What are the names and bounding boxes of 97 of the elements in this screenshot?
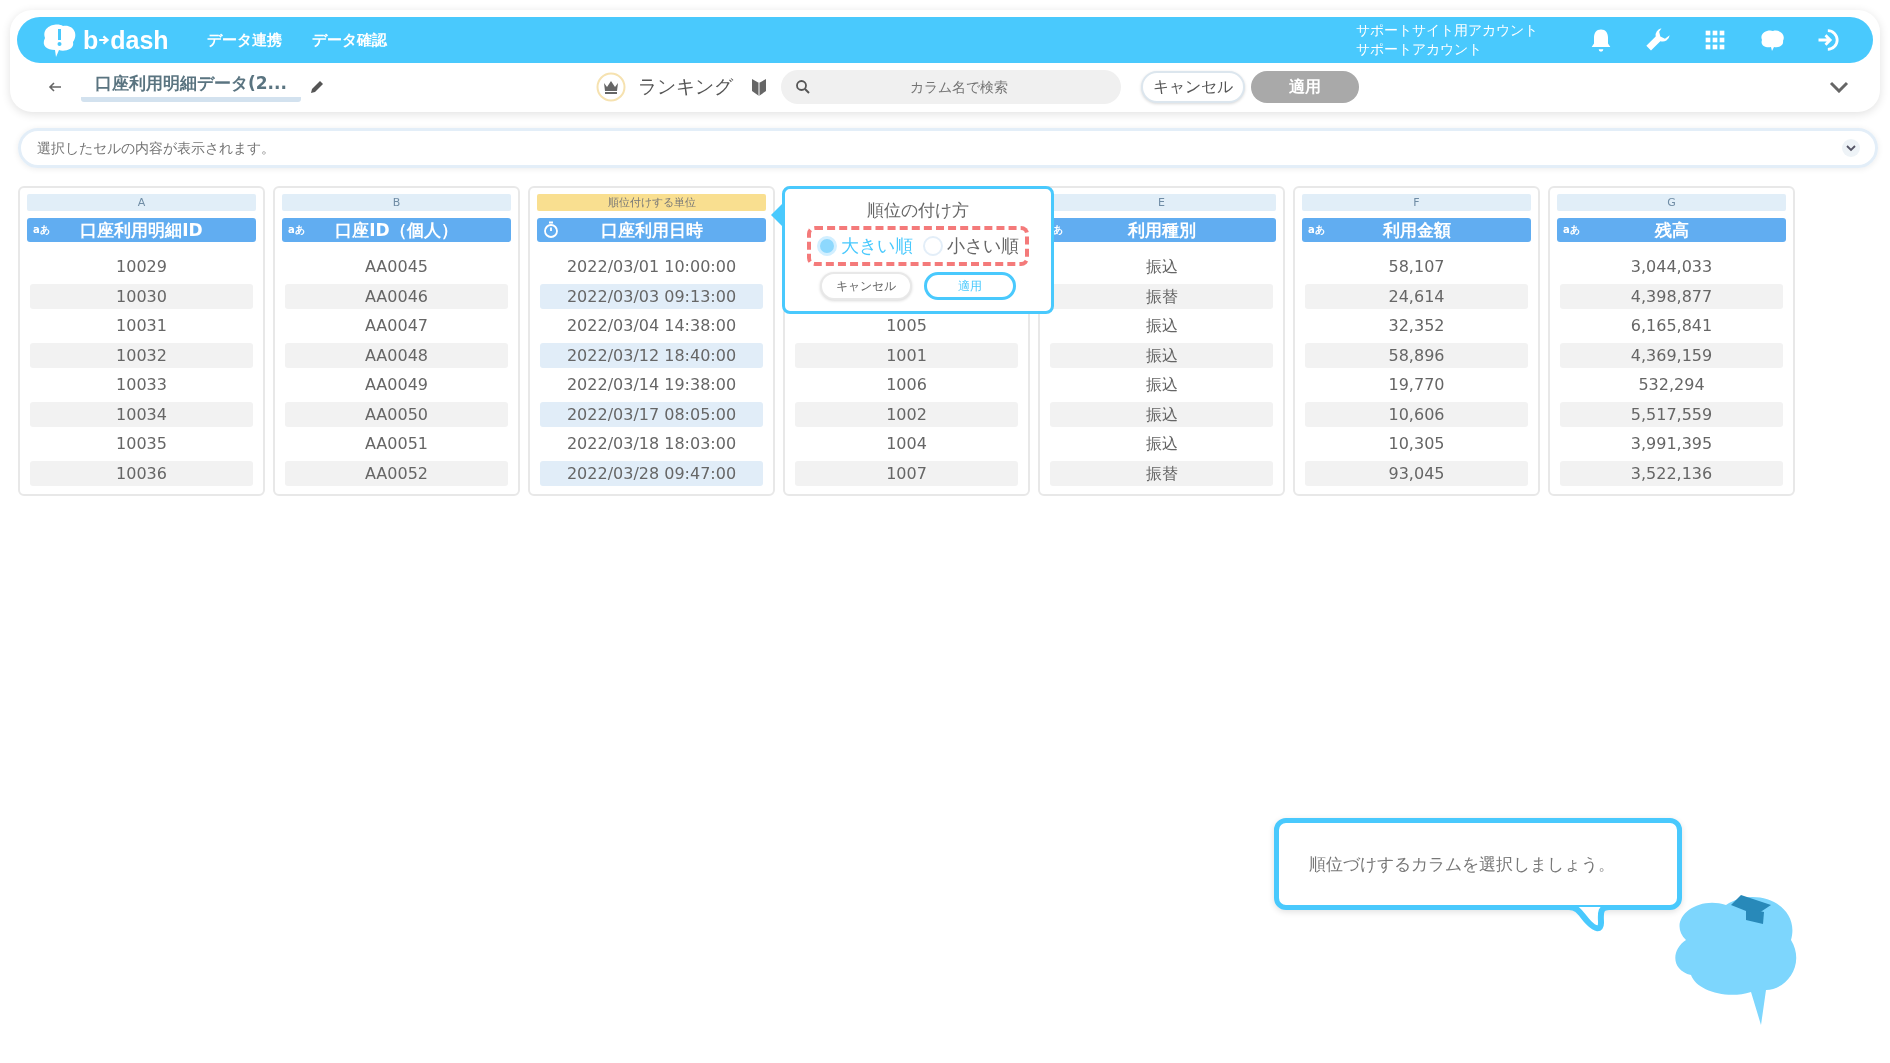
- table-cell[interactable]: AA0048: [285, 342, 508, 368]
- guide-message: 順位づけするカラムを選択しましょう。: [1309, 852, 1615, 876]
- text-type-label: aあ: [33, 223, 50, 237]
- text-type-label: aあ: [1563, 223, 1580, 237]
- column-title: 口座利用日時: [600, 218, 703, 242]
- table-cell[interactable]: 4,369,159: [1560, 342, 1783, 368]
- radio-button[interactable]: [817, 236, 837, 256]
- column-card[interactable]: E あ 利用種別 振込 振替 振込 振込 振込 振込 振込 振替: [1038, 186, 1285, 496]
- table-cell[interactable]: 32,352: [1305, 311, 1528, 341]
- table-cell[interactable]: 4,398,877: [1560, 283, 1783, 309]
- search-field[interactable]: カラム名で検索: [781, 70, 1121, 104]
- column-title: 口座ID（個人）: [335, 218, 458, 242]
- table-cell[interactable]: 532,294: [1560, 370, 1783, 400]
- column-card[interactable]: F aあ 利用金額 58,107 24,614 32,352 58,896 19,770 10,606 10,305 93,045: [1293, 186, 1540, 496]
- table-cell[interactable]: 3,044,033: [1560, 252, 1783, 282]
- table-cell[interactable]: 10031: [30, 311, 253, 341]
- column-card[interactable]: B aあ 口座ID（個人） AA0045 AA0046 AA0047 AA0048 AA0049 AA0050 AA0051 AA0052: [273, 186, 520, 496]
- table-cell[interactable]: 1002: [795, 401, 1018, 427]
- table-cell[interactable]: AA0046: [285, 283, 508, 309]
- column-card[interactable]: G aあ 残高 3,044,033 4,398,877 6,165,841 4,369,159 532,294 5,517,559 3,991,395 3,522,136: [1548, 186, 1795, 496]
- cancel-button[interactable]: キャンセル: [1141, 71, 1245, 103]
- table-cell[interactable]: 10032: [30, 342, 253, 368]
- table-cell[interactable]: 1006: [795, 370, 1018, 400]
- column-card[interactable]: A aあ 口座利用明細ID 10029 10030 10031 10032 10033 10034 10035 10036: [18, 186, 265, 496]
- table-cell[interactable]: AA0051: [285, 429, 508, 459]
- table-cell[interactable]: 2022/03/28 09:47:00: [540, 460, 763, 486]
- column-letter: B: [282, 194, 511, 211]
- table-cell[interactable]: 2022/03/18 18:03:00: [540, 429, 763, 459]
- mode-label: ランキング: [638, 74, 733, 99]
- table-cell[interactable]: 3,522,136: [1560, 460, 1783, 486]
- beginner-mark-icon[interactable]: [751, 77, 767, 97]
- cancel-button[interactable]: キャンセル: [820, 272, 912, 300]
- column-letter: F: [1302, 194, 1531, 211]
- table-cell[interactable]: 振込: [1050, 311, 1273, 341]
- table-cell[interactable]: 10036: [30, 460, 253, 486]
- table-cell[interactable]: 5,517,559: [1560, 401, 1783, 427]
- table-cell[interactable]: 10035: [30, 429, 253, 459]
- table-cell[interactable]: 1005: [795, 311, 1018, 341]
- table-cell[interactable]: 19,770: [1305, 370, 1528, 400]
- table-cell[interactable]: 振込: [1050, 401, 1273, 427]
- stopwatch-icon: [543, 221, 559, 239]
- column-letter: G: [1557, 194, 1786, 211]
- column-card[interactable]: 順位付けする単位 口座利用日時 2022/03/01 10:00:00 2022/03/03 09:13:00 2022/03/04 14:38:00 2022/03/12 18:40:00 2022/03/14 19:38:00 2022/03/17 08:05:00 2022/03/18 18:03:00 2022/03/28 09:47:00: [528, 186, 775, 496]
- table-cell[interactable]: AA0052: [285, 460, 508, 486]
- table-cell[interactable]: 10034: [30, 401, 253, 427]
- table-cell[interactable]: 93,045: [1305, 460, 1528, 486]
- table-cell[interactable]: 2022/03/04 14:38:00: [540, 311, 763, 341]
- table-cell[interactable]: 振込: [1050, 429, 1273, 459]
- chevron-down-icon[interactable]: [1829, 81, 1849, 93]
- radio-option[interactable]: 小さい順: [923, 234, 1019, 258]
- pencil-icon[interactable]: [309, 79, 325, 95]
- radio-button[interactable]: [923, 236, 943, 256]
- table-cell[interactable]: 10,606: [1305, 401, 1528, 427]
- text-type-label: aあ: [288, 223, 305, 237]
- table-cell[interactable]: 10033: [30, 370, 253, 400]
- popup-title: 順位の付け方: [867, 199, 969, 222]
- table-cell[interactable]: AA0050: [285, 401, 508, 427]
- table-cell[interactable]: 10,305: [1305, 429, 1528, 459]
- column-title: 口座利用明細ID: [80, 218, 203, 242]
- table-cell[interactable]: 10029: [30, 252, 253, 282]
- table-cell[interactable]: 振替: [1050, 460, 1273, 486]
- account-name: サポートサイト用アカウント: [1356, 21, 1538, 40]
- table-cell[interactable]: 1001: [795, 342, 1018, 368]
- column-letter: A: [27, 194, 256, 211]
- table-cell[interactable]: 振込: [1050, 370, 1273, 400]
- table-cell[interactable]: 10030: [30, 283, 253, 309]
- table-cell[interactable]: AA0049: [285, 370, 508, 400]
- table-cell[interactable]: 2022/03/01 10:00:00: [540, 252, 763, 282]
- dataset-title[interactable]: 口座利用明細データ(2...: [81, 72, 301, 102]
- search-icon: [795, 79, 811, 95]
- table-cell[interactable]: 3,991,395: [1560, 429, 1783, 459]
- table-cell[interactable]: 24,614: [1305, 283, 1528, 309]
- chevron-down-icon[interactable]: [1841, 138, 1861, 158]
- table-cell[interactable]: 6,165,841: [1560, 311, 1783, 341]
- column-title: 利用金額: [1382, 218, 1451, 242]
- cell-content-field[interactable]: 選択したセルの内容が表示されます。: [18, 128, 1878, 168]
- table-cell[interactable]: 1004: [795, 429, 1018, 459]
- table-cell[interactable]: AA0047: [285, 311, 508, 341]
- account-name: サポートアカウント: [1356, 40, 1483, 59]
- table-cell[interactable]: 振込: [1050, 342, 1273, 368]
- table-cell[interactable]: 2022/03/14 19:38:00: [540, 370, 763, 400]
- table-cell[interactable]: 2022/03/12 18:40:00: [540, 342, 763, 368]
- rank-unit-label: 順位付けする単位: [537, 194, 766, 211]
- text-type-label: あ: [1053, 223, 1063, 237]
- column-title: 利用種別: [1127, 218, 1196, 242]
- table-cell[interactable]: 1007: [795, 460, 1018, 486]
- table-cell[interactable]: 58,896: [1305, 342, 1528, 368]
- table-cell[interactable]: 58,107: [1305, 252, 1528, 282]
- table-cell[interactable]: 2022/03/03 09:13:00: [540, 283, 763, 309]
- text-type-label: aあ: [1308, 223, 1325, 237]
- search-input[interactable]: カラム名で検索: [811, 78, 1107, 96]
- crown-icon: [596, 72, 626, 102]
- table-cell[interactable]: AA0045: [285, 252, 508, 282]
- cell-content-input[interactable]: 選択したセルの内容が表示されます。: [35, 139, 1841, 157]
- table-cell[interactable]: 振込: [1050, 252, 1273, 282]
- column-title: 残高: [1654, 218, 1689, 242]
- table-cell[interactable]: 2022/03/17 08:05:00: [540, 401, 763, 427]
